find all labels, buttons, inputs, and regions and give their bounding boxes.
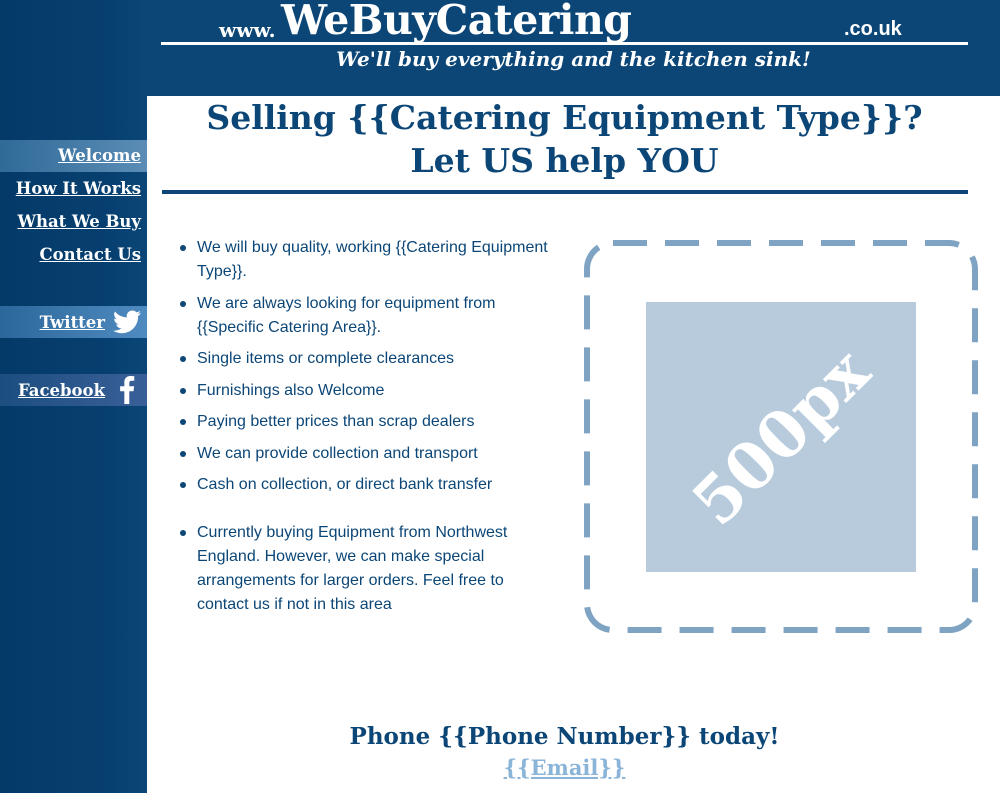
page-headline: Selling {{Catering Equipment Type}}? Let… bbox=[147, 96, 982, 182]
feature-item: Single items or complete clearances bbox=[178, 347, 550, 371]
feature-list: We will buy quality, working {{Catering … bbox=[178, 236, 550, 625]
logo-underline bbox=[161, 42, 968, 45]
placeholder-size-label: 500px bbox=[677, 333, 885, 541]
feature-item: We are always looking for equipment from… bbox=[178, 292, 550, 340]
feature-item: Furnishings also Welcome bbox=[178, 379, 550, 403]
facebook-f-icon bbox=[111, 374, 143, 406]
twitter-bird-icon bbox=[111, 306, 143, 338]
headline-line-2: Let US help YOU bbox=[410, 141, 719, 180]
logo-brand[interactable]: WeBuyCatering bbox=[281, 0, 632, 44]
site-header: www. WeBuyCatering .co.uk We'll buy ever… bbox=[147, 0, 1000, 96]
twitter-label: Twitter bbox=[39, 312, 105, 332]
nav-item-what-we-buy[interactable]: What We Buy bbox=[0, 206, 147, 238]
headline-divider bbox=[162, 190, 968, 194]
image-placeholder: 500px bbox=[646, 302, 916, 572]
feature-item: We will buy quality, working {{Catering … bbox=[178, 236, 550, 284]
facebook-link[interactable]: Facebook bbox=[0, 374, 147, 406]
logo-suffix: .co.uk bbox=[844, 18, 902, 40]
feature-item: Currently buying Equipment from Northwes… bbox=[178, 521, 550, 617]
facebook-label: Facebook bbox=[17, 380, 105, 400]
nav-item-welcome[interactable]: Welcome bbox=[0, 140, 147, 172]
sidebar: Welcome How It Works What We Buy Contact… bbox=[0, 0, 147, 793]
main-nav: Welcome How It Works What We Buy Contact… bbox=[0, 140, 147, 271]
feature-item: Cash on collection, or direct bank trans… bbox=[178, 473, 550, 497]
feature-item: Paying better prices than scrap dealers bbox=[178, 410, 550, 434]
email-link[interactable]: {{Email}} bbox=[147, 755, 982, 780]
twitter-link[interactable]: Twitter bbox=[0, 306, 147, 338]
image-placeholder-frame: 500px bbox=[584, 240, 978, 633]
tagline: We'll buy everything and the kitchen sin… bbox=[336, 47, 811, 71]
logo-prefix: www. bbox=[219, 18, 276, 42]
nav-item-contact-us[interactable]: Contact Us bbox=[0, 239, 147, 271]
nav-item-how-it-works[interactable]: How It Works bbox=[0, 173, 147, 205]
feature-item: We can provide collection and transport bbox=[178, 442, 550, 466]
phone-cta: Phone {{Phone Number}} today! bbox=[349, 723, 780, 750]
headline-line-1: Selling {{Catering Equipment Type}}? bbox=[206, 98, 923, 137]
